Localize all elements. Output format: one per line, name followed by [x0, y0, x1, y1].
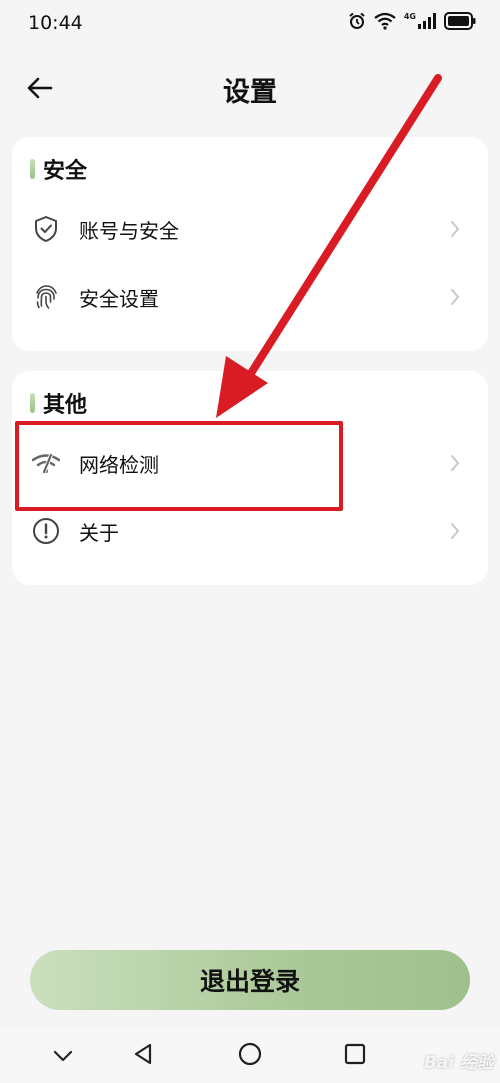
network-type-label: 4G [403, 11, 416, 21]
section-header-other: 其他 [30, 387, 87, 419]
triangle-back-icon [133, 1043, 153, 1069]
nav-recents-button[interactable] [340, 1041, 370, 1071]
menu-item-label: 安全设置 [79, 286, 159, 311]
menu-item-label: 关于 [79, 520, 119, 545]
security-card: 安全 账号与安全 安全设置 [12, 137, 488, 351]
battery-icon [444, 12, 476, 30]
info-circle-icon [32, 517, 60, 545]
watermark-logo: Bai 经验 [423, 1053, 494, 1073]
menu-item-security-settings[interactable]: 安全设置 [12, 265, 488, 329]
chevron-right-icon [448, 219, 462, 239]
status-bar: 10:44 4G [0, 0, 500, 48]
wifi-status-icon [374, 12, 396, 30]
annotation-highlight-box [15, 421, 343, 511]
nav-back-button[interactable] [128, 1041, 158, 1071]
chevron-right-icon [448, 287, 462, 307]
chevron-right-icon [448, 521, 462, 541]
circle-home-icon [238, 1042, 262, 1070]
menu-item-account-security[interactable]: 账号与安全 [12, 197, 488, 261]
fingerprint-icon [32, 283, 60, 311]
chevron-down-icon [53, 1047, 73, 1066]
nav-collapse-button[interactable] [48, 1041, 78, 1071]
logout-button[interactable]: 退出登录 [30, 950, 470, 1010]
section-title: 其他 [43, 393, 88, 418]
section-title: 安全 [43, 159, 88, 184]
signal-icon [418, 13, 436, 29]
section-header-security: 安全 [30, 153, 87, 185]
square-recents-icon [344, 1043, 366, 1069]
alarm-icon [348, 12, 366, 30]
nav-home-button[interactable] [235, 1041, 265, 1071]
page-title: 设置 [223, 77, 277, 108]
shield-check-icon [32, 215, 60, 243]
status-time: 10:44 [28, 12, 83, 34]
header: 设置 [0, 60, 500, 116]
section-accent-bar [30, 159, 35, 179]
menu-item-label: 账号与安全 [79, 218, 179, 243]
chevron-right-icon [448, 453, 462, 473]
section-accent-bar [30, 393, 35, 413]
status-icons: 4G [348, 12, 476, 30]
